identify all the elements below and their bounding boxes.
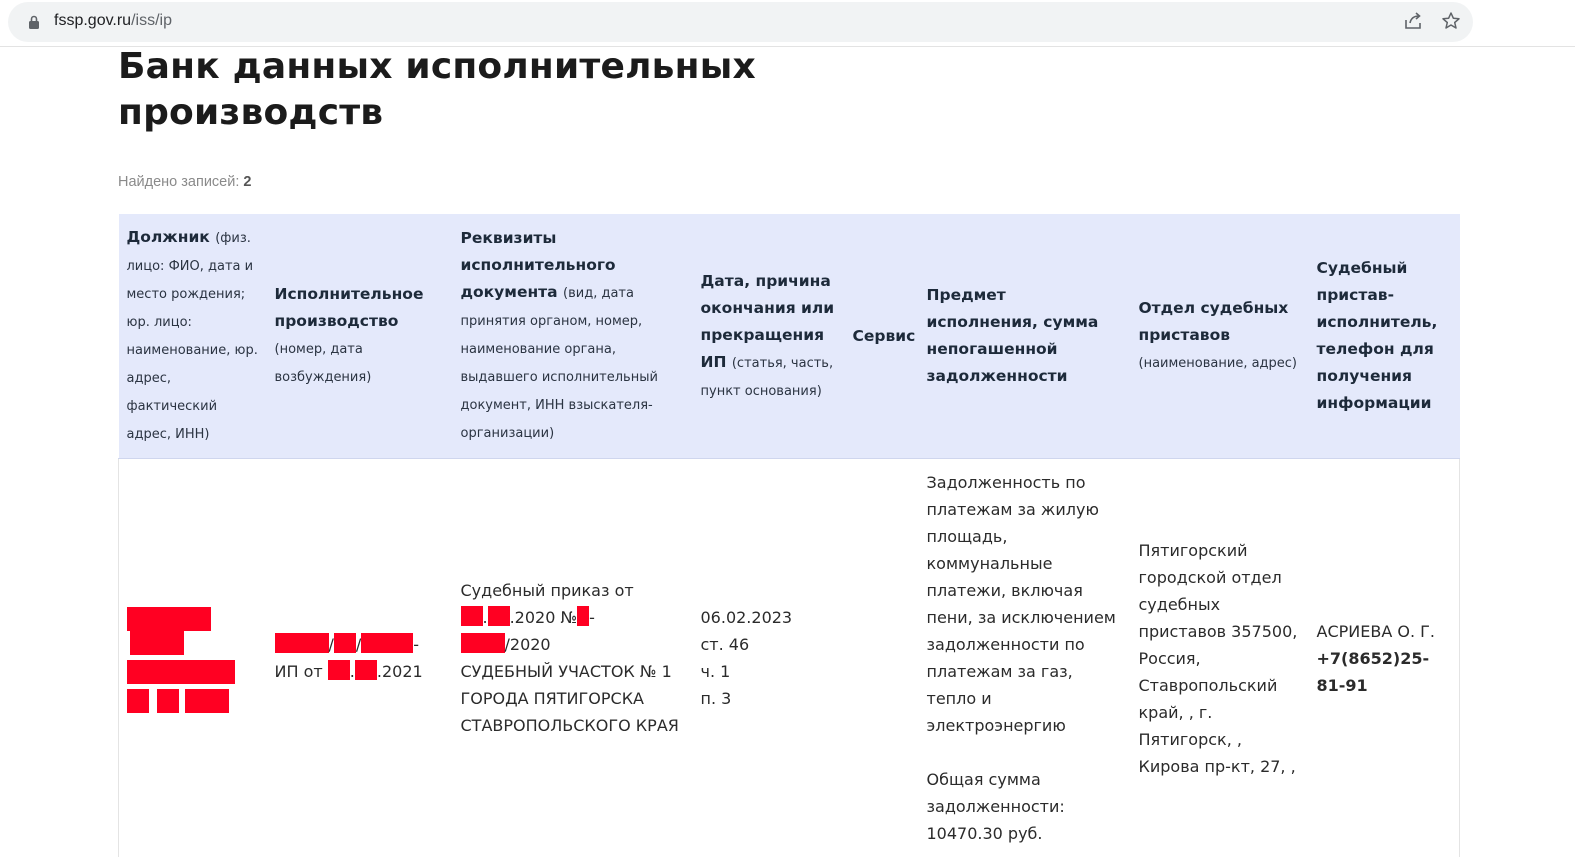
header-proceeding-sub: (номер, дата возбуждения): [275, 342, 372, 385]
cell-document: Судебный приказ от ..2020 №- /2020 СУДЕБ…: [453, 459, 693, 857]
header-document-sub: (вид, дата принятия органом, номер, наим…: [461, 286, 658, 441]
end-point: п. 3: [701, 689, 732, 708]
records-found: Найдено записей: 2: [118, 174, 251, 190]
redacted-debtor-name: [127, 607, 259, 713]
table-header-row: Должник (физ. лицо: ФИО, дата и место ро…: [119, 214, 1460, 459]
star-icon[interactable]: [1440, 11, 1462, 33]
header-debtor-sub: (физ. лицо: ФИО, дата и место рождения; …: [127, 231, 258, 442]
department-text: Пятигорский городской отдел судебных при…: [1139, 541, 1298, 776]
redaction: [461, 606, 483, 626]
bailiff-phone[interactable]: +7(8652)25-81-91: [1317, 649, 1430, 695]
header-debtor[interactable]: Должник (физ. лицо: ФИО, дата и место ро…: [119, 214, 267, 459]
header-service[interactable]: Сервис: [845, 214, 919, 459]
header-bailiff-title: Судебный пристав-исполнитель, телефон дл…: [1317, 259, 1438, 412]
ip-number-suffix: -: [413, 635, 419, 654]
ip-date-prefix: ИП от: [275, 662, 323, 681]
header-proceeding-title: Исполнительное производство: [275, 285, 424, 330]
bailiff-name: АСРИЕВА О. Г.: [1317, 622, 1435, 641]
header-department[interactable]: Отдел судебных приставов (наименование, а…: [1131, 214, 1309, 459]
header-service-title: Сервис: [853, 327, 916, 345]
records-found-count: 2: [243, 174, 251, 190]
header-department-sub: (наименование, адрес): [1139, 356, 1298, 371]
browser-toolbar: fssp.gov.ru/iss/ip: [0, 0, 1575, 47]
header-proceeding[interactable]: Исполнительное производство (номер, дата …: [267, 214, 453, 459]
share-icon[interactable]: [1402, 11, 1424, 33]
cell-department: Пятигорский городской отдел судебных при…: [1131, 459, 1309, 857]
cell-debtor: [119, 459, 267, 857]
end-article: ст. 46: [701, 635, 750, 654]
redaction: [577, 606, 589, 626]
doc-year: /2020: [505, 635, 551, 654]
redaction: [334, 633, 356, 653]
end-part: ч. 1: [701, 662, 731, 681]
subject-text: Задолженность по платежам за жилую площа…: [927, 473, 1116, 735]
doc-court: СУДЕБНЫЙ УЧАСТОК № 1 ГОРОДА ПЯТИГОРСКА С…: [461, 662, 679, 735]
header-department-title: Отдел судебных приставов: [1139, 299, 1289, 344]
doc-type: Судебный приказ от: [461, 581, 634, 600]
header-bailiff[interactable]: Судебный пристав-исполнитель, телефон дл…: [1309, 214, 1460, 459]
total-label: Общая сумма задолженности:: [927, 770, 1065, 816]
url-path: /iss/ip: [131, 12, 172, 29]
records-found-label: Найдено записей:: [118, 174, 239, 190]
header-subject[interactable]: Предмет исполнения, сумма непогашенной з…: [919, 214, 1131, 459]
doc-date-year: .2020 №: [510, 608, 578, 627]
address-bar[interactable]: fssp.gov.ru/iss/ip: [8, 2, 1473, 42]
results-table: Должник (физ. лицо: ФИО, дата и место ро…: [118, 214, 1460, 857]
redaction: [328, 660, 350, 680]
doc-dash: -: [589, 608, 595, 627]
lock-icon[interactable]: [28, 15, 40, 29]
cell-service: [845, 459, 919, 857]
ip-date-year: .2021: [377, 662, 423, 681]
header-debtor-title: Должник: [127, 228, 210, 246]
redaction: [275, 633, 329, 653]
cell-subject: Задолженность по платежам за жилую площа…: [919, 459, 1131, 857]
redaction: [355, 660, 377, 680]
cell-bailiff: АСРИЕВА О. Г. +7(8652)25-81-91: [1309, 459, 1460, 857]
header-subject-title: Предмет исполнения, сумма непогашенной з…: [927, 286, 1099, 385]
url-domain: fssp.gov.ru: [54, 12, 131, 29]
cell-proceeding: //- ИП от ..2021: [267, 459, 453, 857]
url-text[interactable]: fssp.gov.ru/iss/ip: [54, 12, 172, 30]
redaction: [488, 606, 510, 626]
header-document[interactable]: Реквизиты исполнительного документа (вид…: [453, 214, 693, 459]
table-row: //- ИП от ..2021 Судебный приказ от ..20…: [119, 459, 1460, 857]
redaction: [361, 633, 413, 653]
total-value: 10470.30 руб.: [927, 824, 1043, 843]
redaction: [461, 633, 505, 653]
header-end-date[interactable]: Дата, причина окончания или прекращения …: [693, 214, 845, 459]
end-date: 06.02.2023: [701, 608, 793, 627]
cell-end-date: 06.02.2023 ст. 46 ч. 1 п. 3: [693, 459, 845, 857]
page-title: Банк данных исполнительных производств: [118, 44, 878, 136]
